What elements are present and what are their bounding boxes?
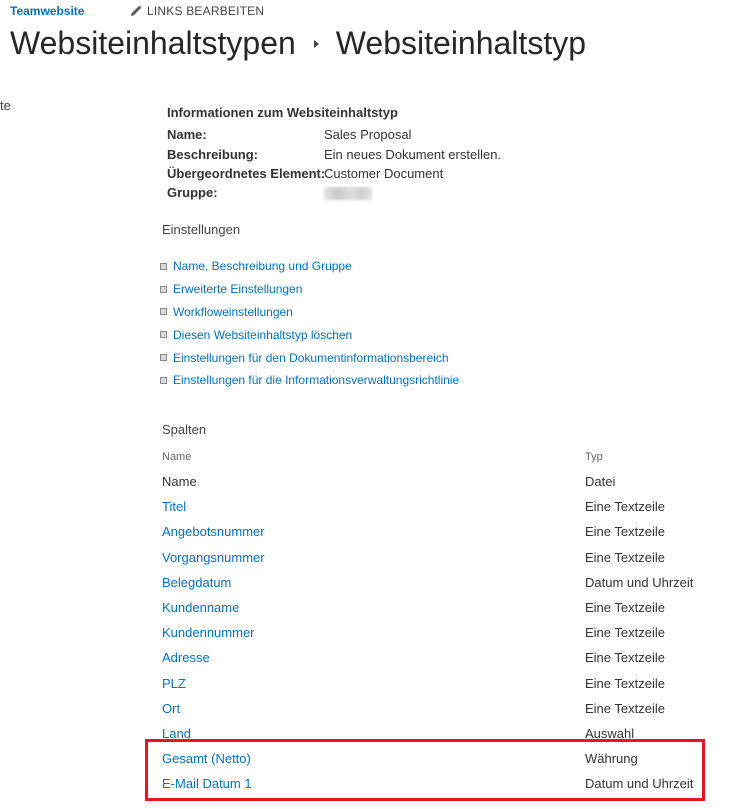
- left-nav-fragment[interactable]: te: [0, 98, 11, 113]
- column-type: Eine Textzeile: [585, 599, 665, 615]
- column-link[interactable]: Belegdatum: [162, 575, 231, 590]
- edit-links-label: LINKS BEARBEITEN: [147, 4, 265, 18]
- table-row: Angebotsnummer Eine Textzeile: [162, 519, 722, 544]
- table-row: Ort Eine Textzeile: [162, 696, 722, 721]
- columns-table: Name Datei Titel Eine Textzeile Angebots…: [162, 469, 722, 796]
- column-link[interactable]: Kundenname: [162, 600, 239, 615]
- info-value: Sales Proposal: [324, 127, 412, 142]
- columns-title: Spalten: [162, 422, 207, 437]
- column-header-name: Name: [162, 451, 192, 463]
- column-link[interactable]: PLZ: [162, 676, 186, 691]
- column-type: Eine Textzeile: [585, 499, 665, 515]
- breadcrumb-parent[interactable]: Websiteinhaltstypen: [10, 25, 296, 62]
- settings-item: Einstellungen für den Dokumentinformatio…: [160, 346, 459, 369]
- table-row: Land Auswahl: [162, 721, 722, 746]
- breadcrumb-current: Websiteinhaltstyp: [335, 25, 586, 61]
- bullet-icon: [160, 285, 167, 293]
- settings-title: Einstellungen: [162, 222, 241, 237]
- settings-list: Name, Beschreibung und Gruppe Erweiterte…: [160, 255, 459, 392]
- column-link[interactable]: Vorgangsnummer: [162, 550, 265, 565]
- column-type: Eine Textzeile: [585, 549, 665, 565]
- settings-link-workflow[interactable]: Workfloweinstellungen: [173, 305, 293, 319]
- table-row: Gesamt (Netto) Währung: [162, 746, 722, 771]
- pencil-icon: [131, 5, 142, 17]
- column-link[interactable]: Ort: [162, 701, 180, 716]
- column-type: Währung: [585, 751, 638, 767]
- bullet-icon: [160, 331, 167, 339]
- edit-links-button[interactable]: LINKS BEARBEITEN: [130, 4, 264, 18]
- table-row: Kundennummer Eine Textzeile: [162, 620, 722, 645]
- triangle-right-icon: [313, 39, 319, 48]
- column-type: Auswahl: [585, 725, 635, 741]
- info-label: Beschreibung:: [167, 147, 259, 162]
- page-title: Websiteinhaltstypen Websiteinhaltstyp: [10, 25, 586, 62]
- settings-link-delete[interactable]: Diesen Websiteinhaltstyp löschen: [173, 328, 352, 342]
- settings-link-name-description-group[interactable]: Name, Beschreibung und Gruppe: [173, 259, 352, 273]
- info-label: Name:: [167, 127, 207, 142]
- column-type: Eine Textzeile: [585, 700, 665, 716]
- column-link[interactable]: Adresse: [162, 650, 210, 665]
- bullet-icon: [160, 262, 167, 270]
- settings-link-information-policy[interactable]: Einstellungen für die Informationsverwal…: [173, 373, 459, 387]
- column-link[interactable]: Land: [162, 726, 191, 741]
- table-row: Name Datei: [162, 469, 722, 494]
- column-link[interactable]: Gesamt (Netto): [162, 751, 251, 766]
- column-type: Eine Textzeile: [585, 524, 665, 540]
- column-name: Name: [162, 474, 197, 489]
- table-row: E-Mail Datum 1 Datum und Uhrzeit: [162, 771, 722, 796]
- column-header-type: Typ: [585, 451, 603, 463]
- settings-item: Erweiterte Einstellungen: [160, 278, 459, 301]
- table-row: Titel Eine Textzeile: [162, 494, 722, 519]
- bullet-icon: [160, 308, 167, 316]
- settings-item: Name, Beschreibung und Gruppe: [160, 255, 459, 278]
- settings-item: Workfloweinstellungen: [160, 301, 459, 324]
- settings-link-document-information-panel[interactable]: Einstellungen für den Dokumentinformatio…: [173, 351, 449, 365]
- bullet-icon: [160, 354, 167, 362]
- info-heading: Informationen zum Websiteinhaltstyp: [167, 105, 398, 120]
- table-row: Adresse Eine Textzeile: [162, 645, 722, 670]
- column-link[interactable]: Kundennummer: [162, 625, 255, 640]
- settings-item: Einstellungen für die Informationsverwal…: [160, 369, 459, 392]
- settings-link-advanced[interactable]: Erweiterte Einstellungen: [173, 282, 302, 296]
- column-type: Datum und Uhrzeit: [585, 776, 694, 792]
- column-type: Eine Textzeile: [585, 625, 665, 641]
- redacted-group-value: [324, 187, 372, 200]
- parent-content-type-link[interactable]: Customer Document: [324, 166, 443, 181]
- column-link[interactable]: Angebotsnummer: [162, 524, 265, 539]
- settings-item: Diesen Websiteinhaltstyp löschen: [160, 323, 459, 346]
- bullet-icon: [160, 376, 167, 384]
- table-row: PLZ Eine Textzeile: [162, 671, 722, 696]
- site-home-link[interactable]: Teamwebsite: [10, 4, 84, 18]
- column-type: Eine Textzeile: [585, 650, 665, 666]
- info-value: Ein neues Dokument erstellen.: [324, 147, 502, 162]
- column-link[interactable]: Titel: [162, 499, 186, 514]
- info-label: Gruppe:: [167, 185, 218, 200]
- column-type: Datum und Uhrzeit: [585, 574, 694, 590]
- table-row: Vorgangsnummer Eine Textzeile: [162, 545, 722, 570]
- column-type: Datei: [585, 474, 616, 489]
- column-type: Eine Textzeile: [585, 675, 665, 691]
- table-row: Kundenname Eine Textzeile: [162, 595, 722, 620]
- info-label: Übergeordnetes Element:: [167, 166, 326, 181]
- column-link[interactable]: E-Mail Datum 1: [162, 776, 252, 791]
- table-row: Belegdatum Datum und Uhrzeit: [162, 570, 722, 595]
